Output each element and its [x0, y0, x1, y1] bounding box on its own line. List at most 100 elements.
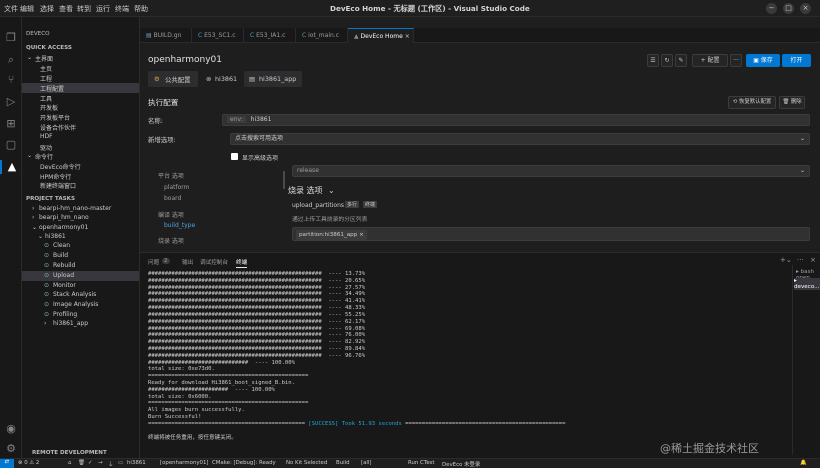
- sidebar-item-hpm-cli[interactable]: HPM命令行: [40, 172, 71, 181]
- status-target[interactable]: [all]: [361, 460, 372, 466]
- source-control-icon[interactable]: ⑂: [4, 73, 18, 87]
- tab-problems[interactable]: 问题: [148, 258, 159, 266]
- project-tasks-header[interactable]: PROJECT TASKS: [26, 196, 75, 202]
- menu-go[interactable]: 转到: [77, 4, 91, 14]
- tree-build-options[interactable]: 编译 选项: [158, 210, 184, 219]
- task-stack-analysis[interactable]: Stack Analysis: [53, 291, 96, 298]
- sidebar-item-partners[interactable]: 设备合作伙伴: [40, 123, 76, 132]
- task-clean[interactable]: Clean: [53, 242, 70, 249]
- partitions-field[interactable]: partition:hi3861_app ×: [292, 227, 810, 241]
- save-button[interactable]: ▣ 保存: [746, 54, 780, 67]
- chevron-down-icon[interactable]: ⌄: [328, 186, 335, 195]
- status-kit[interactable]: No Kit Selected: [286, 460, 327, 466]
- close-panel-icon[interactable]: ×: [810, 256, 816, 264]
- close-window-button[interactable]: ×: [800, 3, 811, 14]
- tree-platform-options[interactable]: 平台 选项: [158, 171, 184, 180]
- config-tab-common[interactable]: ⚙ 公共配置: [148, 71, 198, 87]
- status-terminal-icon[interactable]: ▭: [118, 460, 123, 466]
- remote-explorer-icon[interactable]: ▢: [4, 138, 18, 152]
- device-item[interactable]: hi3861: [45, 233, 66, 240]
- restore-default-button[interactable]: ⟲ 恢复默认配置: [728, 96, 776, 109]
- remote-indicator-icon[interactable]: ⇄: [0, 459, 14, 468]
- task-image-analysis[interactable]: Image Analysis: [53, 301, 98, 308]
- account-icon[interactable]: ◉: [4, 422, 18, 436]
- project-item[interactable]: bearpi_hm_nano: [39, 214, 89, 221]
- status-ctest[interactable]: Run CTest: [408, 460, 434, 466]
- sidebar-item-new-terminal[interactable]: 新建终端窗口: [40, 181, 76, 190]
- tab-terminal[interactable]: 终端: [236, 258, 248, 268]
- list-icon[interactable]: ☰: [647, 54, 659, 67]
- task-monitor[interactable]: Monitor: [53, 282, 76, 289]
- status-plug-icon[interactable]: ⏚: [108, 460, 113, 468]
- settings-gear-icon[interactable]: ⚙: [4, 442, 18, 456]
- explorer-icon[interactable]: ❐: [4, 31, 18, 45]
- sidebar-item-project[interactable]: 工程: [40, 74, 52, 83]
- new-option-select[interactable]: 点击搜索可用选项 ⌄: [230, 133, 810, 145]
- menu-help[interactable]: 帮助: [134, 4, 148, 14]
- run-debug-icon[interactable]: ▷: [4, 95, 18, 109]
- close-tab-icon[interactable]: ×: [405, 33, 410, 40]
- sidebar-item-project-config[interactable]: 工程配置: [40, 84, 64, 93]
- status-check-icon[interactable]: ✓: [88, 460, 93, 466]
- terminal-item-deveco[interactable]: ▸ deveco...: [794, 278, 820, 290]
- status-arrow-icon[interactable]: →: [98, 460, 103, 466]
- menu-terminal[interactable]: 终端: [115, 4, 129, 14]
- remote-development-header[interactable]: REMOTE DEVELOPMENT: [32, 450, 107, 456]
- search-icon[interactable]: ⌕: [4, 53, 18, 67]
- notifications-icon[interactable]: 🔔: [800, 460, 807, 466]
- delete-button[interactable]: 🗑 删除: [779, 96, 805, 109]
- config-tab-hi3861[interactable]: ⊚ hi3861: [202, 71, 242, 87]
- tab-e53-ia1[interactable]: C E53_IA1.c: [244, 28, 296, 43]
- tab-iot-main[interactable]: C iot_main.c: [296, 28, 348, 43]
- tab-e53-sc1[interactable]: C E53_SC1.c: [192, 28, 244, 43]
- tab-output[interactable]: 输出: [182, 258, 193, 266]
- config-tab-hi3861-app[interactable]: ▤ hi3861_app: [244, 71, 302, 87]
- project-item[interactable]: openharmony01: [39, 224, 88, 231]
- status-device[interactable]: hi3861: [127, 460, 146, 466]
- tab-build-gn[interactable]: ▤ BUILD.gn: [140, 28, 192, 43]
- extensions-icon[interactable]: ⊞: [4, 117, 18, 131]
- task-profiling[interactable]: Profiling: [53, 311, 77, 318]
- add-config-button[interactable]: + 配置: [692, 54, 728, 67]
- menu-run[interactable]: 运行: [96, 4, 110, 14]
- tree-platform[interactable]: platform: [164, 184, 190, 191]
- status-home-icon[interactable]: ⌂: [68, 460, 71, 466]
- status-project[interactable]: [openharmony01]: [160, 460, 209, 466]
- tab-deveco-home[interactable]: ▲ DevEco Home ×: [348, 28, 414, 43]
- main-group[interactable]: 主界面: [35, 54, 53, 63]
- status-deveco-login[interactable]: DevEco 未登录: [442, 460, 480, 468]
- sidebar-item-deveco-cli[interactable]: DevEco命令行: [40, 162, 81, 171]
- command-group[interactable]: 命令行: [35, 152, 53, 161]
- menu-selection[interactable]: 选择: [40, 4, 54, 14]
- menu-file[interactable]: 文件: [4, 4, 18, 14]
- build-type-select[interactable]: release ⌄: [292, 165, 810, 177]
- edit-icon[interactable]: ✎: [675, 54, 687, 67]
- quick-access-header[interactable]: QUICK ACCESS: [26, 45, 72, 51]
- sidebar-item-tools[interactable]: 工具: [40, 94, 52, 103]
- sidebar-item-driver[interactable]: 驱动: [40, 143, 52, 152]
- task-hi3861-app[interactable]: hi3861_app: [53, 320, 88, 327]
- sidebar-item-board-platform[interactable]: 开发板平台: [40, 113, 70, 122]
- menu-view[interactable]: 查看: [59, 4, 73, 14]
- project-item[interactable]: bearpi-hm_nano-master: [39, 205, 111, 212]
- tree-build-type[interactable]: build_type: [164, 222, 195, 229]
- sidebar-item-hdf[interactable]: HDF: [40, 133, 53, 140]
- more-options-button[interactable]: ···: [730, 54, 742, 67]
- sidebar-item-board[interactable]: 开发板: [40, 103, 58, 112]
- terminal-output[interactable]: ########################################…: [148, 271, 788, 454]
- partition-chip[interactable]: partition:hi3861_app ×: [296, 230, 367, 240]
- open-button[interactable]: 打开: [782, 54, 811, 67]
- tree-burn-options[interactable]: 烧录 选项: [158, 236, 184, 245]
- minimize-button[interactable]: −: [766, 3, 777, 14]
- menu-edit[interactable]: 编辑: [20, 4, 34, 14]
- status-trash-icon[interactable]: 🗑: [78, 460, 85, 466]
- name-field[interactable]: env: hi3861: [222, 114, 810, 126]
- task-build[interactable]: Build: [53, 252, 68, 259]
- status-build[interactable]: Build: [336, 460, 350, 466]
- refresh-icon[interactable]: ↻: [661, 54, 673, 67]
- tab-debug-console[interactable]: 调试控制台: [200, 258, 228, 266]
- deveco-icon[interactable]: ▲: [0, 160, 22, 174]
- advanced-checkbox[interactable]: [231, 153, 238, 160]
- maximize-button[interactable]: □: [783, 3, 794, 14]
- task-upload[interactable]: Upload: [53, 272, 74, 279]
